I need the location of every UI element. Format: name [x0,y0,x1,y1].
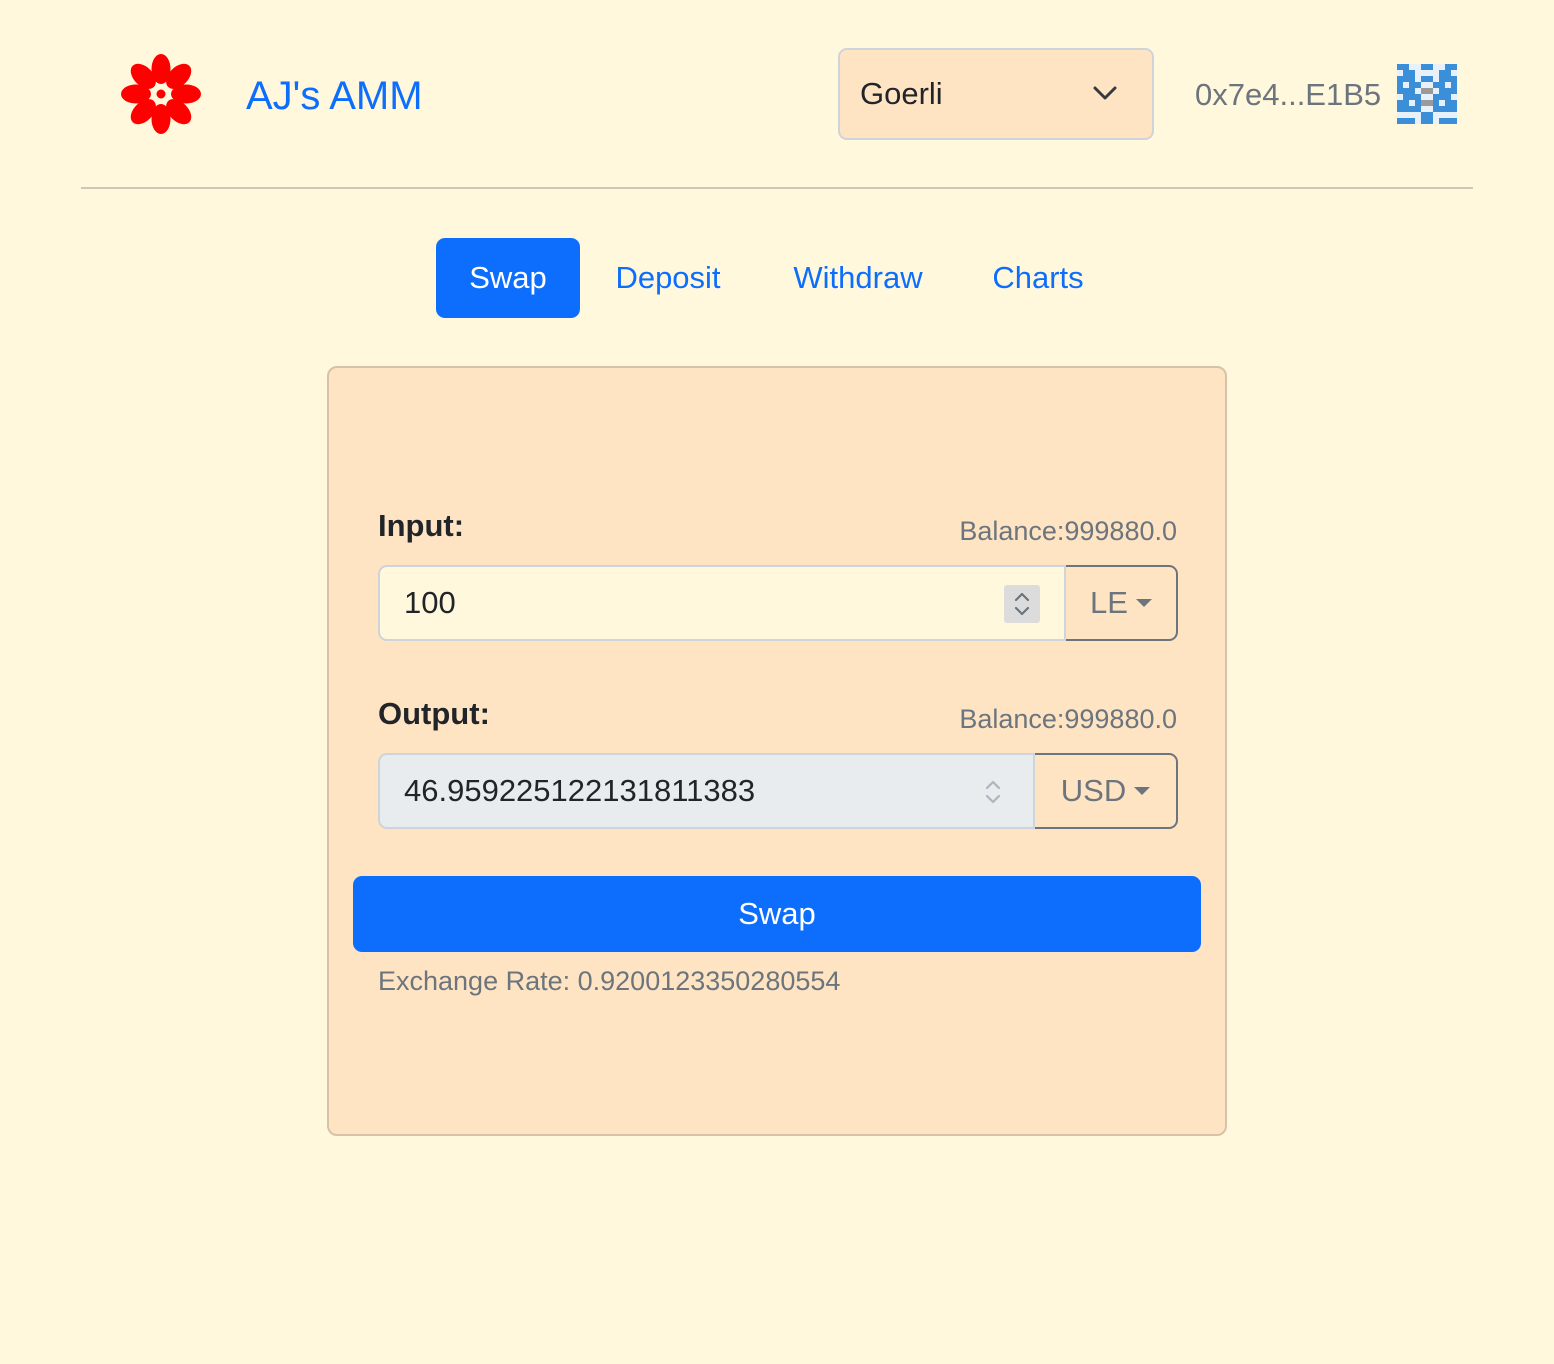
tab-swap[interactable]: Swap [436,238,580,318]
output-amount-field: 46.959225122131811383 [378,753,1035,829]
stepper-icon[interactable] [1004,585,1040,623]
app-page: AJ's AMM Goerli 0x7e4...E1B5 Swap Deposi… [0,0,1554,1364]
header-divider [81,187,1473,189]
input-amount-field[interactable]: 100 [378,565,1066,641]
swap-button[interactable]: Swap [353,876,1201,952]
tab-deposit[interactable]: Deposit [580,238,756,318]
chevron-down-icon [1093,86,1117,100]
input-balance: Balance:999880.0 [959,516,1177,546]
output-label: Output: [378,696,490,731]
output-token-label: USD [1060,773,1127,808]
input-token-dropdown[interactable]: LE [1064,565,1178,641]
input-amount-value: 100 [404,585,456,620]
input-group: 100 LE [378,565,1178,641]
input-token-label: LE [1090,585,1128,620]
tab-charts[interactable]: Charts [960,238,1116,318]
output-group: 46.959225122131811383 USD [378,753,1178,829]
tab-withdraw[interactable]: Withdraw [756,238,960,318]
input-label: Input: [378,508,465,543]
output-balance: Balance:999880.0 [959,704,1177,734]
app-header: AJ's AMM Goerli 0x7e4...E1B5 [0,0,1554,189]
exchange-rate: Exchange Rate: 0.9200123350280554 [378,966,841,996]
brand-link[interactable]: AJ's AMM [246,72,423,120]
red-flower-icon[interactable] [119,53,203,135]
network-select[interactable]: Goerli [838,48,1154,140]
account-address[interactable]: 0x7e4...E1B5 [1195,76,1381,114]
caret-down-icon [1135,599,1152,607]
stepper-icon [975,773,1011,811]
swap-card: Input: Balance:999880.0 100 LE Output: B… [327,366,1227,1136]
output-token-dropdown[interactable]: USD [1033,753,1178,829]
identicon-avatar[interactable] [1396,64,1458,124]
network-selected-value: Goerli [860,76,943,111]
caret-down-icon [1134,787,1151,795]
output-amount-value: 46.959225122131811383 [404,773,756,808]
main-tabs: Swap Deposit Withdraw Charts [436,238,1116,318]
